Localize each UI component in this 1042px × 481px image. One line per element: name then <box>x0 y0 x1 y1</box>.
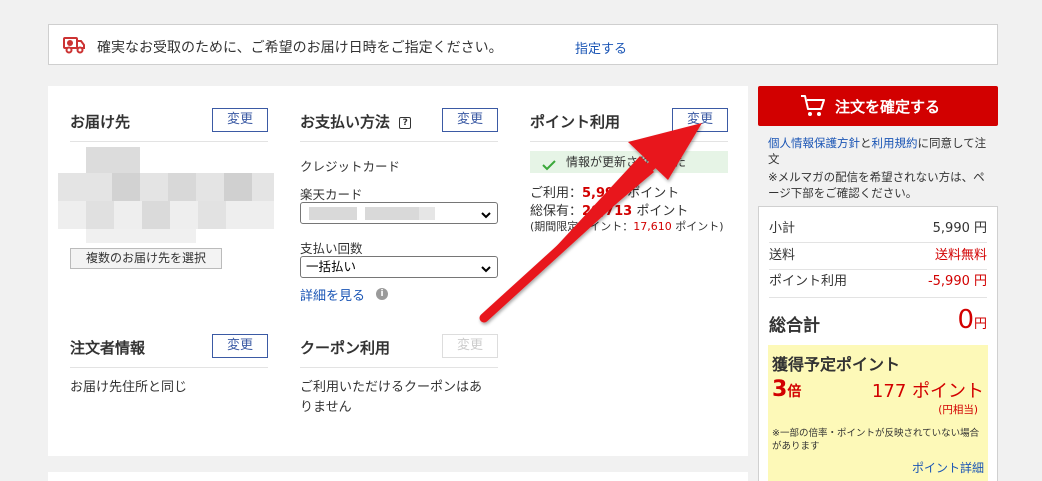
check-icon <box>542 156 556 178</box>
terms-link[interactable]: 利用規約 <box>872 136 918 150</box>
points-held-label: 総保有： <box>530 204 583 219</box>
select-multiple-addresses-button[interactable]: 複数のお届け先を選択 <box>70 248 222 269</box>
shipping-label: 送料 <box>769 248 796 263</box>
points-used-label: ご利用： <box>530 186 583 201</box>
points-detail-link[interactable]: ポイント詳細 <box>912 459 984 476</box>
yen-equivalent: (円相当) <box>938 404 978 416</box>
points-note: ※一部の倍率・ポイントが反映されていない場合があります <box>772 428 980 452</box>
cart-icon <box>800 94 826 122</box>
orderer-text: お届け先住所と同じ <box>70 380 188 395</box>
installments-value: 一括払い <box>306 259 357 274</box>
chevron-down-icon <box>480 207 492 227</box>
redacted-address <box>58 147 274 243</box>
updated-text: 情報が更新されました <box>566 155 687 169</box>
installments-label: 支払い回数 <box>300 241 363 256</box>
and-text: と <box>860 136 872 150</box>
agreement-text: 個人情報保護方針と利用規約に同意して注文 <box>768 136 994 167</box>
confirm-order-button[interactable]: 注文を確定する <box>758 86 998 126</box>
grand-total-value: 0円 <box>957 305 987 335</box>
points-held: 総保有：20,713 ポイント <box>530 200 688 219</box>
redacted-card-part <box>419 207 435 220</box>
points-multiplier: 3倍 <box>772 377 801 402</box>
confirm-order-label: 注文を確定する <box>835 98 941 116</box>
coupon-title: クーポン利用 <box>300 339 391 357</box>
points-used-value: 5,990 <box>582 186 624 201</box>
points-held-value: 20,713 <box>582 204 633 219</box>
limited-points: (期間限定ポイント：17,610 ポイント) <box>530 218 724 234</box>
limited-points-value: 17,610 <box>633 220 672 233</box>
delivery-date-notice: 確実なお受取のために、ご希望のお届け日時をご指定ください。 指定する <box>48 24 998 65</box>
earned-points-box: 獲得予定ポイント 3倍 177 ポイント (円相当) ※一部の倍率・ポイントが反… <box>768 345 988 481</box>
earned-points-title: 獲得予定ポイント <box>772 355 901 374</box>
redacted-card-part <box>309 207 357 220</box>
orderer-change-button[interactable]: 変更 <box>212 334 268 358</box>
order-summary: 小計 5,990 円 送料 送料無料 ポイント利用 -5,990 円 総合計 0… <box>758 206 998 481</box>
limited-points-label: (期間限定ポイント： <box>530 220 634 233</box>
points-used: ご利用：5,990 ポイント <box>530 182 679 201</box>
grand-total-unit: 円 <box>973 317 987 332</box>
points-used-summary-value: -5,990 円 <box>927 274 987 289</box>
multiplier-value: 3 <box>772 377 788 402</box>
payment-change-button[interactable]: 変更 <box>442 108 498 132</box>
limited-points-unit: ポイント) <box>671 220 724 233</box>
delivery-title: お届け先 <box>70 113 131 131</box>
points-title: ポイント利用 <box>530 113 621 131</box>
points-updated-message: 情報が更新されました <box>530 151 728 173</box>
card-select[interactable] <box>300 202 498 224</box>
divider <box>70 367 268 368</box>
points-used-row: ポイント利用 -5,990 円 <box>769 270 987 298</box>
card-label: 楽天カード <box>300 187 363 202</box>
delivery-change-button[interactable]: 変更 <box>212 108 268 132</box>
subtotal-label: 小計 <box>769 221 796 236</box>
divider <box>530 141 728 142</box>
points-change-button[interactable]: 変更 <box>672 108 728 132</box>
subtotal-row: 小計 5,990 円 <box>769 217 987 243</box>
redacted-card-part <box>365 207 419 220</box>
specify-delivery-link[interactable]: 指定する <box>575 38 627 57</box>
installments-select[interactable]: 一括払い <box>300 256 498 278</box>
info-icon[interactable]: i <box>376 288 388 300</box>
divider <box>300 367 498 368</box>
shipping-value: 送料無料 <box>934 248 987 263</box>
notice-message: 確実なお受取のために、ご希望のお届け日時をご指定ください。 <box>97 40 503 56</box>
payment-method: クレジットカード <box>300 159 401 174</box>
subtotal-value: 5,990 円 <box>932 221 987 236</box>
payment-title: お支払い方法 ? <box>300 111 412 132</box>
payment-detail-link[interactable]: 詳細を見る <box>300 285 365 304</box>
grand-total-label: 総合計 <box>769 316 820 336</box>
help-icon[interactable]: ? <box>399 116 412 129</box>
shipping-row: 送料 送料無料 <box>769 244 987 270</box>
divider <box>300 141 498 142</box>
points-held-unit: ポイント <box>632 204 689 219</box>
earned-points-value: 177 ポイント <box>871 381 984 402</box>
coupon-text-line2: りません <box>300 400 352 415</box>
points-used-unit: ポイント <box>623 186 680 201</box>
delivery-truck-icon <box>63 35 87 59</box>
points-used-summary-label: ポイント利用 <box>769 274 848 289</box>
next-section-panel <box>48 472 748 481</box>
grand-total-number: 0 <box>957 305 974 335</box>
payment-title-text: お支払い方法 <box>300 113 391 131</box>
coupon-change-button[interactable]: 変更 <box>442 334 498 358</box>
coupon-text-line1: ご利用いただけるクーポンはあ <box>300 380 483 395</box>
chevron-down-icon <box>480 261 492 281</box>
divider <box>70 141 268 142</box>
mail-magazine-note: ※メルマガの配信を希望されない方は、ページ下部をご確認ください。 <box>768 170 985 200</box>
privacy-policy-link[interactable]: 個人情報保護方針 <box>768 136 860 150</box>
orderer-title: 注文者情報 <box>70 339 146 357</box>
multiplier-unit: 倍 <box>787 384 802 400</box>
